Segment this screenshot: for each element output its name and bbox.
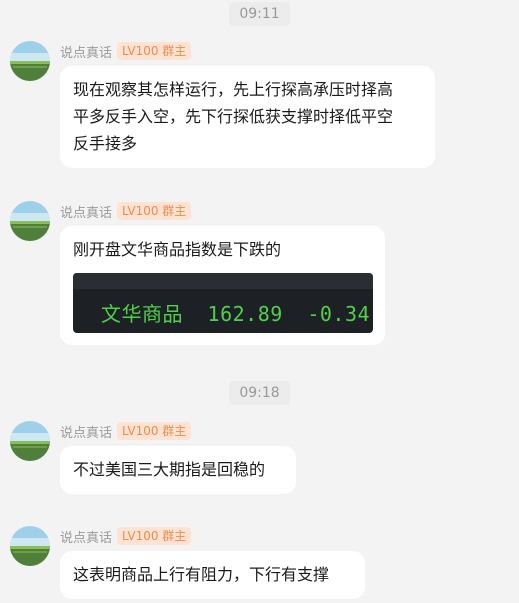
message-header: 说点真话 LV100 群主 bbox=[60, 421, 192, 441]
timestamp: 09:18 bbox=[229, 381, 290, 405]
sender-name[interactable]: 说点真话 bbox=[60, 42, 112, 61]
landscape-avatar-icon bbox=[10, 201, 50, 241]
avatar[interactable] bbox=[10, 41, 50, 81]
message-text-line: 反手接多 bbox=[73, 134, 138, 153]
role-badge: LV100 群主 bbox=[117, 527, 192, 545]
sender-name[interactable]: 说点真话 bbox=[60, 527, 112, 546]
message-bubble[interactable]: 刚开盘文华商品指数是下跌的 文华商品 162.89 -0.34 bbox=[60, 226, 385, 345]
message-header: 说点真话 LV100 群主 bbox=[60, 526, 192, 546]
message-header: 说点真话 LV100 群主 bbox=[60, 201, 192, 221]
quote-price: 162.89 bbox=[207, 302, 283, 326]
landscape-avatar-icon bbox=[10, 421, 50, 461]
avatar[interactable] bbox=[10, 201, 50, 241]
market-quote-image[interactable]: 文华商品 162.89 -0.34 bbox=[73, 273, 373, 333]
avatar[interactable] bbox=[10, 421, 50, 461]
message-bubble[interactable]: 这表明商品上行有阻力，下行有支撑 bbox=[60, 551, 365, 599]
message-text-line: 这表明商品上行有阻力，下行有支撑 bbox=[73, 565, 330, 584]
message-text-line: 不过美国三大期指是回稳的 bbox=[73, 460, 266, 479]
message-bubble[interactable]: 不过美国三大期指是回稳的 bbox=[60, 446, 296, 494]
quote-change: -0.34 bbox=[307, 302, 371, 326]
quote-text: 文华商品 162.89 -0.34 bbox=[101, 301, 370, 328]
role-badge: LV100 群主 bbox=[117, 42, 192, 60]
sender-name[interactable]: 说点真话 bbox=[60, 422, 112, 441]
role-badge: LV100 群主 bbox=[117, 422, 192, 440]
message-bubble[interactable]: 现在观察其怎样运行，先上行探高承压时择高 平多反手入空，先下行探低获支撑时择低平… bbox=[60, 66, 435, 168]
landscape-avatar-icon bbox=[10, 526, 50, 566]
sender-name[interactable]: 说点真话 bbox=[60, 202, 112, 221]
quote-symbol-name: 文华商品 bbox=[101, 302, 183, 326]
message-text-line: 平多反手入空，先下行探低获支撑时择低平空 bbox=[73, 107, 394, 126]
message-header: 说点真话 LV100 群主 bbox=[60, 41, 192, 61]
avatar[interactable] bbox=[10, 526, 50, 566]
message-text-line: 现在观察其怎样运行，先上行探高承压时择高 bbox=[73, 80, 394, 99]
message-text-line: 刚开盘文华商品指数是下跌的 bbox=[73, 240, 282, 259]
time-separator: 09:18 bbox=[0, 381, 519, 405]
time-separator: 09:11 bbox=[0, 2, 519, 26]
timestamp: 09:11 bbox=[229, 2, 290, 26]
landscape-avatar-icon bbox=[10, 41, 50, 81]
image-top-bar bbox=[73, 273, 373, 289]
role-badge: LV100 群主 bbox=[117, 202, 192, 220]
